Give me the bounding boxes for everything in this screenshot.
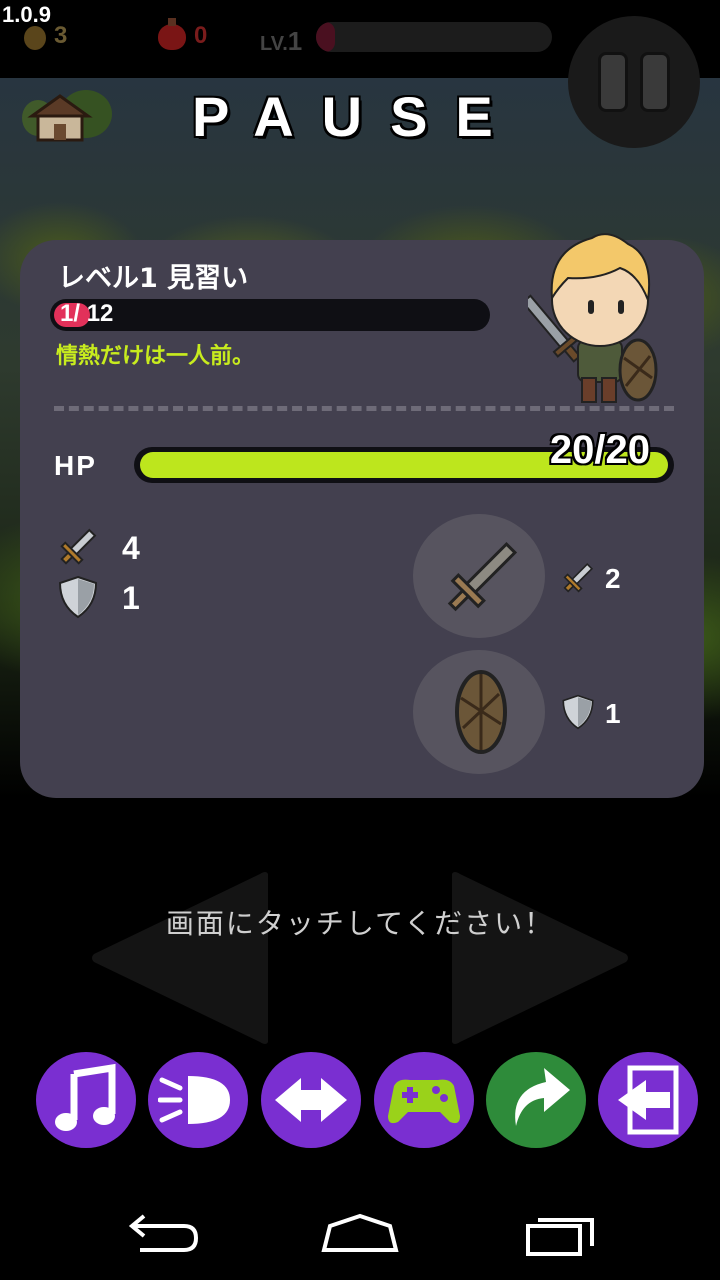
pause-title: PAUSE <box>192 85 521 148</box>
games-button[interactable] <box>374 1052 474 1148</box>
attack-value: 4 <box>122 530 140 566</box>
coin-count: 3 <box>54 22 68 49</box>
weapon-bonus: 2 <box>605 563 621 594</box>
pause-icon <box>598 52 628 112</box>
music-button[interactable] <box>36 1052 136 1148</box>
music-note-icon <box>55 1063 116 1131</box>
potion-icon <box>158 18 186 50</box>
exit-icon <box>618 1065 679 1135</box>
left-right-arrows-icon <box>275 1078 347 1122</box>
short-sword-icon <box>447 541 518 612</box>
exp-text: 1/ 12 <box>60 300 113 328</box>
exp-separator: / <box>73 300 81 327</box>
level-label: LV.1 <box>260 26 302 57</box>
gamepad-icon <box>388 1079 460 1124</box>
controls-button[interactable] <box>261 1052 361 1148</box>
right-arrow-icon <box>452 872 628 1044</box>
shield-icon <box>58 575 98 619</box>
home-nav-icon[interactable] <box>320 1212 400 1256</box>
hero-portrait <box>528 233 658 403</box>
share-arrow-icon <box>515 1068 570 1126</box>
back-icon[interactable] <box>124 1212 204 1256</box>
exp-max: 12 <box>86 300 114 327</box>
flavor-text: 情熱だけは一人前。 <box>56 344 255 369</box>
sword-icon <box>563 562 594 593</box>
share-button[interactable] <box>486 1052 586 1148</box>
exp-bar <box>50 299 490 331</box>
recents-icon[interactable] <box>522 1212 602 1256</box>
level-prefix: LV. <box>260 33 288 55</box>
potion-count: 0 <box>194 22 208 49</box>
hp-label: HP <box>54 450 97 481</box>
hp-value: 20/20 <box>549 428 650 472</box>
exit-button[interactable] <box>598 1052 698 1148</box>
home-icon[interactable] <box>16 88 112 144</box>
left-arrow-icon <box>92 872 268 1044</box>
touch-hint: 画面にタッチしてください！ <box>165 907 555 940</box>
pause-button[interactable] <box>568 16 700 148</box>
shield-bonus: 1 <box>605 698 621 729</box>
speaker-icon <box>158 1076 230 1124</box>
shield-icon <box>562 694 594 730</box>
version-label: 1.0.9 <box>2 2 51 27</box>
defense-value: 1 <box>122 580 140 616</box>
exp-current: 1 <box>60 300 74 327</box>
level-value: 1 <box>287 26 303 56</box>
pause-icon-bar <box>640 52 670 112</box>
wooden-shield-icon <box>455 670 507 754</box>
coin-icon <box>24 26 46 50</box>
rank-title: レベル1 見習い <box>58 263 249 294</box>
sword-icon <box>60 528 97 565</box>
xp-bar-fill <box>316 22 335 52</box>
sound-button[interactable] <box>148 1052 248 1148</box>
xp-bar <box>316 22 552 52</box>
